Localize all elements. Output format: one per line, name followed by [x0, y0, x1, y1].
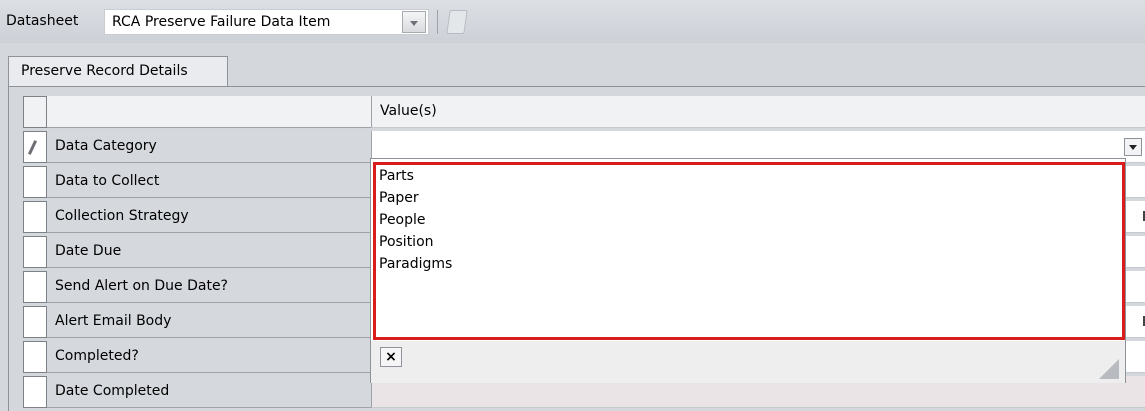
row-selector[interactable]: [23, 201, 47, 233]
field-name-cell: Data to Collect: [47, 166, 371, 198]
data-category-dropdown-button[interactable]: [1124, 138, 1142, 156]
tab-preserve-record-details[interactable]: Preserve Record Details: [8, 56, 228, 87]
row-selector[interactable]: [23, 376, 47, 408]
toolbar-separator: [437, 10, 438, 34]
dropdown-option-people[interactable]: People: [379, 209, 426, 231]
grid-header-row: Value(s): [23, 96, 1145, 128]
value-column-header: Value(s): [380, 103, 437, 119]
header-selector: [23, 96, 47, 128]
toolbar: Datasheet RCA Preserve Failure Data Item: [0, 0, 1145, 43]
dropdown-option-paradigms[interactable]: Paradigms: [379, 253, 452, 275]
dropdown-footer: ×: [371, 341, 1125, 383]
field-name-cell: Alert Email Body: [47, 306, 371, 338]
resize-grip-icon[interactable]: [1099, 359, 1119, 379]
field-name-cell: Date Due: [47, 236, 371, 268]
pencil-edit-icon: [27, 140, 38, 155]
field-label: Alert Email Body: [55, 313, 172, 329]
field-name-cell: Completed?: [47, 341, 371, 373]
clear-selection-button[interactable]: ×: [380, 347, 402, 367]
field-name-cell: Collection Strategy: [47, 201, 371, 233]
dropdown-option-paper[interactable]: Paper: [379, 187, 419, 209]
field-name-cell: Data Category: [47, 131, 371, 163]
row-selector[interactable]: [23, 271, 47, 303]
tab-label: Preserve Record Details: [21, 63, 188, 79]
field-name-cell: Send Alert on Due Date?: [47, 271, 371, 303]
datasheet-dropdown-button[interactable]: [402, 11, 426, 33]
tab-strip: Preserve Record Details: [0, 43, 1145, 87]
dropdown-option-parts[interactable]: Parts: [379, 165, 414, 187]
datasheet-select-value: RCA Preserve Failure Data Item: [112, 14, 331, 30]
field-label: Data to Collect: [55, 173, 160, 189]
field-label: Send Alert on Due Date?: [55, 278, 228, 294]
header-name-cell: [47, 96, 371, 128]
datasheet-document-icon[interactable]: [446, 10, 468, 34]
field-label: Date Due: [55, 243, 122, 259]
datasheet-label: Datasheet: [6, 13, 79, 29]
dropdown-option-list: Parts Paper People Position Paradigms: [373, 162, 1125, 340]
field-label: Date Completed: [55, 383, 170, 399]
row-selector[interactable]: [23, 236, 47, 268]
data-category-dropdown-popup: Parts Paper People Position Paradigms ×: [370, 158, 1126, 383]
field-label: Data Category: [55, 138, 157, 154]
row-selector[interactable]: [23, 131, 47, 163]
header-value-cell: Value(s): [371, 96, 1145, 128]
row-selector[interactable]: [23, 306, 47, 338]
dropdown-option-position[interactable]: Position: [379, 231, 434, 253]
field-name-cell: Date Completed: [47, 376, 371, 408]
row-selector[interactable]: [23, 341, 47, 373]
field-label: Completed?: [55, 348, 139, 364]
row-selector[interactable]: [23, 166, 47, 198]
datasheet-select[interactable]: RCA Preserve Failure Data Item: [104, 9, 429, 35]
field-label: Collection Strategy: [55, 208, 189, 224]
